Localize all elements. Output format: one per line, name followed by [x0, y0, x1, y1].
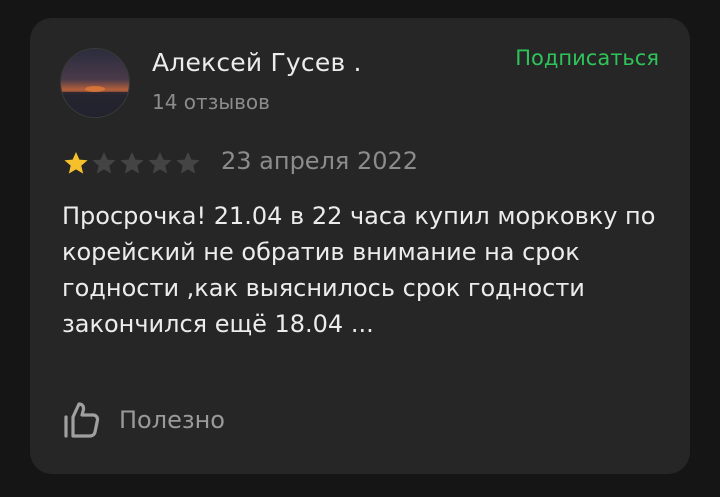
thumbs-up-icon: [64, 402, 100, 438]
star-icon: [64, 152, 88, 174]
avatar-sunset-image: [61, 49, 129, 117]
review-card: Алексей Гусев . 14 отзывов Подписаться 2…: [30, 18, 690, 474]
review-date: 23 апреля 2022: [221, 147, 419, 175]
star-rating: [62, 150, 202, 176]
subscribe-button[interactable]: Подписаться: [515, 46, 659, 70]
star-icon: [148, 152, 172, 174]
author-reviews-count: 14 отзывов: [152, 90, 270, 114]
author-name[interactable]: Алексей Гусев .: [152, 48, 362, 77]
star-icon: [176, 152, 200, 174]
helpful-label: Полезно: [119, 406, 225, 434]
avatar[interactable]: [60, 48, 130, 118]
helpful-button[interactable]: Полезно: [62, 400, 225, 440]
star-icon: [92, 152, 116, 174]
review-text: Просрочка! 21.04 в 22 часа купил морковк…: [62, 202, 656, 338]
star-icon: [120, 152, 144, 174]
